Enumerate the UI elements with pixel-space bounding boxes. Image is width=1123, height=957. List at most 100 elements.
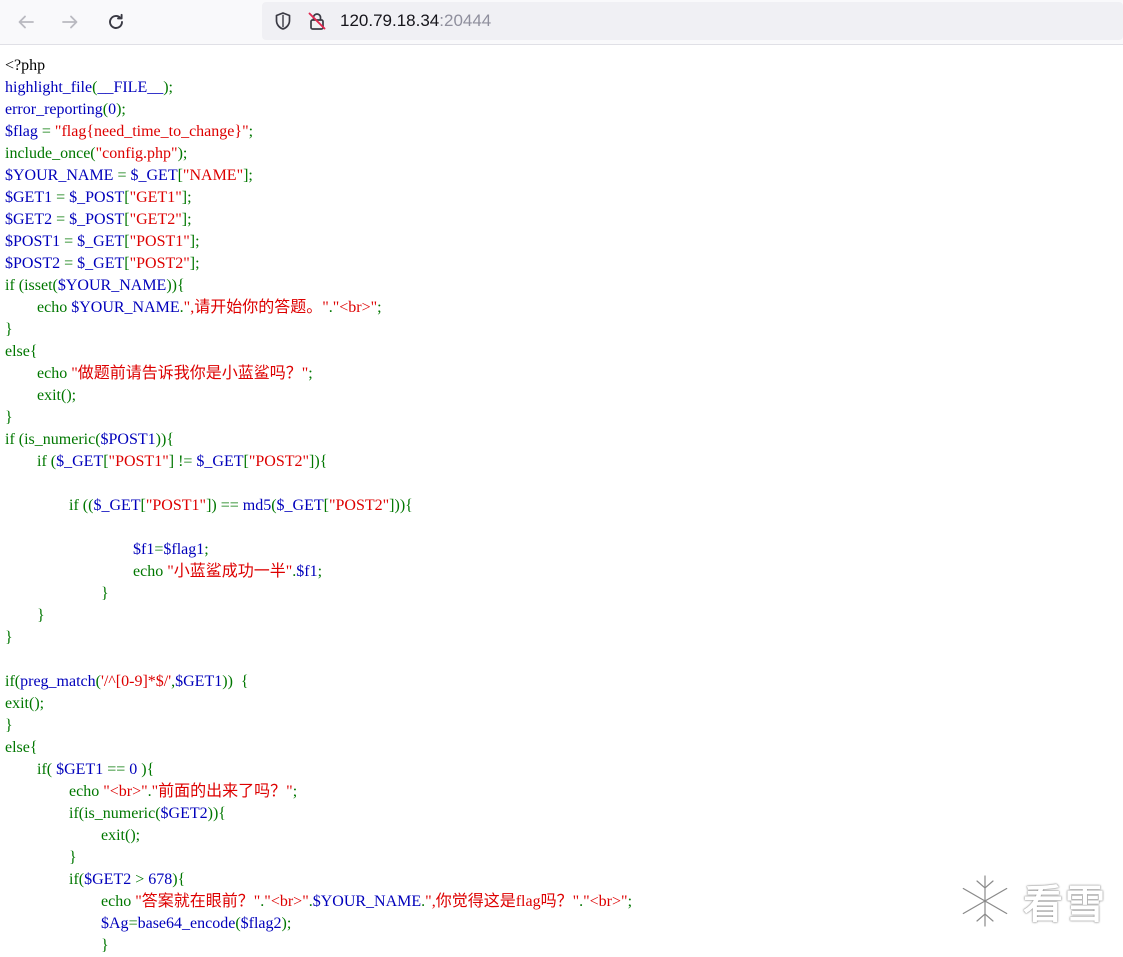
code-token: } [5,717,13,734]
code-token: ){ [172,871,186,888]
code-token: = [117,167,131,184]
code-token: "<br>" [332,299,378,316]
code-token: } [5,321,13,338]
code-line: echo "<br>"."前面的出来了吗？"; [5,781,632,803]
code-line: } [5,605,632,627]
code-token: echo [5,365,72,382]
reload-button[interactable] [100,6,132,38]
code-token: )) [155,431,167,448]
code-token: "POST1" [145,497,207,514]
code-token: } [5,409,13,426]
code-token: 0 [108,101,117,118]
code-token: "<br>" [264,893,309,910]
code-token: $_GET [56,453,104,470]
code-line: else{ [5,737,632,759]
code-token: "GET1" [129,189,182,206]
code-line: $POST1 = $_GET["POST1"]; [5,231,632,253]
code-token: "前面的出来了吗？" [151,783,293,800]
code-token: echo [5,783,104,800]
code-token: ])){ [389,497,413,514]
forward-button[interactable] [54,6,86,38]
code-token: if( [5,761,57,778]
code-token: ; [317,563,323,580]
code-line: } [5,935,632,957]
code-token: ){ [141,761,155,778]
code-token: $GET1 [175,673,223,690]
code-token: $flag2 [240,915,282,932]
code-token: ] != [168,453,197,470]
code-token: ; [248,123,254,140]
code-token: "flag{need_time_to_change}" [54,123,249,140]
code-token: $Ag [5,915,129,932]
code-token: = [56,211,70,228]
code-token: $YOUR_NAME [312,893,422,910]
code-token: '/^[0-9]*$/' [100,673,172,690]
code-token: md5 [242,497,272,514]
code-line: error_reporting(0); [5,99,632,121]
code-token: $_GET [276,497,324,514]
code-line: $flag = "flag{need_time_to_change}"; [5,121,632,143]
code-line: if (isset($YOUR_NAME)){ [5,275,632,297]
shield-icon[interactable] [273,11,293,31]
code-token: { [166,431,174,448]
code-token: = [56,189,70,206]
code-token: $_GET [93,497,141,514]
code-token: $GET2 [5,211,57,228]
code-token: ]; [189,233,200,250]
code-line: highlight_file(__FILE__); [5,77,632,99]
back-button[interactable] [10,6,42,38]
code-token: ]; [181,189,192,206]
insecure-lock-icon[interactable] [307,11,327,31]
code-token: } [5,607,45,624]
code-line: if ($_GET["POST1"] != $_GET["POST2"]){ [5,451,632,473]
watermark: 看雪 [955,866,1115,936]
code-token: ); [177,145,188,162]
code-token: if( [5,871,85,888]
code-token: $GET2 [84,871,136,888]
code-token: "小蓝鲨成功一半" [167,563,293,580]
code-line: if(preg_match('/^[0-9]*$/',$GET1)) { [5,671,632,693]
code-token: "POST1" [129,233,190,250]
code-token: if (is_numeric( [5,431,101,448]
url-host: 120.79.18.34 [340,11,440,30]
url-text[interactable]: 120.79.18.34:20444 [340,10,491,32]
code-token: exit(); [5,695,45,712]
code-token: if(is_numeric( [5,805,161,822]
code-token: ]; [181,211,192,228]
code-token: base64_encode [137,915,236,932]
code-token: = [64,233,78,250]
code-token: } [5,629,13,646]
code-token: if ( [5,453,57,470]
code-token: exit(); [5,827,141,844]
code-token: $_POST [69,189,125,206]
code-line: if(is_numeric($GET2)){ [5,803,632,825]
snowflake-icon [960,873,1010,929]
code-token: __FILE__ [97,79,164,96]
code-token: "POST2" [328,497,390,514]
code-line: else{ [5,341,632,363]
code-line: if (($_GET["POST1"]) == md5($_GET["POST2… [5,495,632,517]
code-token: else{ [5,739,38,756]
code-line: } [5,583,632,605]
address-bar[interactable]: 120.79.18.34:20444 [262,2,1123,40]
code-token: exit(); [5,387,77,404]
code-token: else{ [5,343,38,360]
code-line: $GET2 = $_POST["GET2"]; [5,209,632,231]
code-token: = [41,123,55,140]
code-line: if (is_numeric($POST1)){ [5,429,632,451]
code-token: $GET1 [56,761,108,778]
code-token: { [218,805,226,822]
code-token: echo [5,299,72,316]
watermark-text: 看雪 [1023,882,1107,928]
code-token: ); [116,101,126,118]
code-token: "POST2" [248,453,310,470]
code-line: include_once("config.php"); [5,143,632,165]
code-token: $f1 [296,563,318,580]
code-token: "POST1" [108,453,169,470]
code-token: = [64,255,78,272]
code-token: $_GET [77,255,125,272]
code-token: $POST2 [5,255,65,272]
